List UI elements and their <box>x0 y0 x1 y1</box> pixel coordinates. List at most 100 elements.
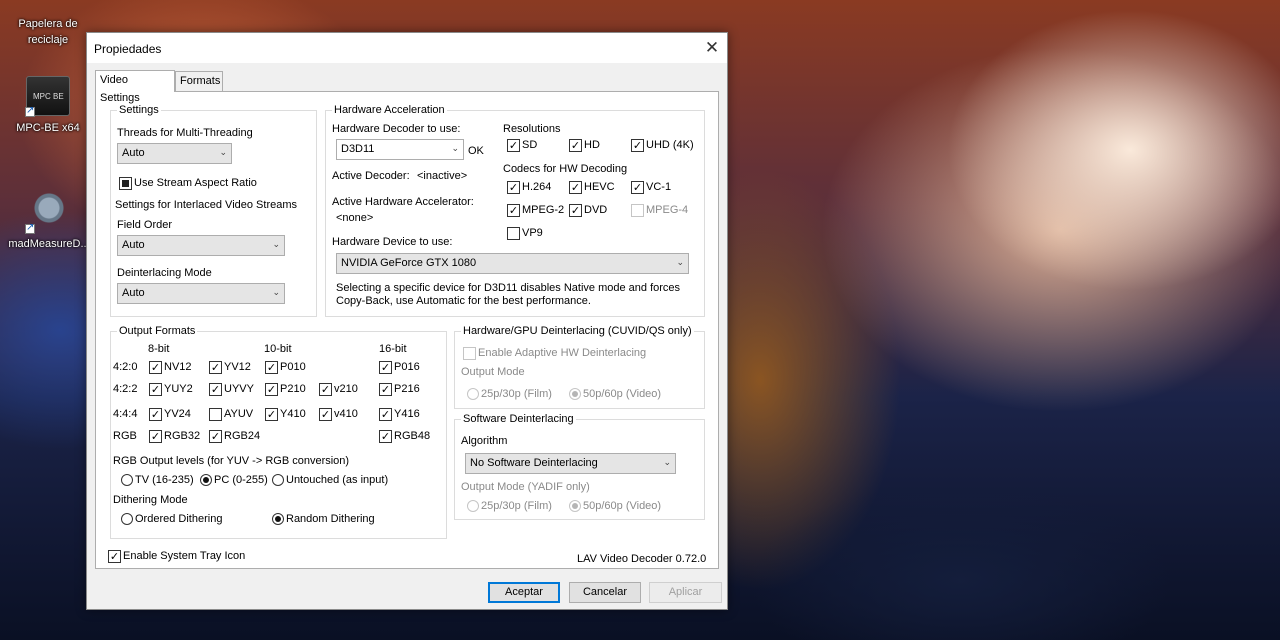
checkbox-box: ✓ <box>507 204 520 217</box>
codec-vp9-checkbox[interactable]: VP9 <box>507 227 543 240</box>
fmt-p216-checkbox[interactable]: ✓ P216 <box>379 383 420 396</box>
sw-video-radio[interactable]: 50p/60p (Video) <box>569 500 661 513</box>
threads-value: Auto <box>122 147 145 159</box>
active-accel-label: Active Hardware Accelerator: <box>332 196 474 208</box>
tray-icon-checkbox[interactable]: ✓ Enable System Tray Icon <box>108 550 245 563</box>
res-hd-checkbox[interactable]: ✓ HD <box>569 139 600 152</box>
decoder-value: D3D11 <box>341 143 375 155</box>
fmt-rgb32-checkbox[interactable]: ✓ RGB32 <box>149 430 200 443</box>
dialog-title: Propiedades <box>94 42 162 56</box>
fmt-y410-label: Y410 <box>280 408 306 420</box>
fmt-p210-checkbox[interactable]: ✓ P210 <box>265 383 306 396</box>
col-16bit-label: 16-bit <box>379 343 407 355</box>
levels-untouched-radio[interactable]: Untouched (as input) <box>272 474 388 487</box>
field-order-select[interactable]: Auto ⌄ <box>117 235 285 256</box>
field-order-value: Auto <box>122 239 145 251</box>
active-decoder-label: Active Decoder: <box>332 170 410 182</box>
fmt-uyvy-checkbox[interactable]: ✓ UYVY <box>209 383 254 396</box>
madmeasure-icon <box>25 192 71 234</box>
sw-deint-group: Software Deinterlacing Algorithm No Soft… <box>454 413 705 520</box>
levels-untouched-label: Untouched (as input) <box>286 474 389 486</box>
desktop-icon-label: MPC-BE x64 <box>16 122 80 134</box>
active-accel-value: <none> <box>336 212 374 224</box>
algorithm-select[interactable]: No Software Deinterlacing ⌄ <box>465 453 676 474</box>
codec-h264-checkbox[interactable]: ✓ H.264 <box>507 181 551 194</box>
device-label: Hardware Device to use: <box>332 236 453 248</box>
fmt-rgb24-checkbox[interactable]: ✓ RGB24 <box>209 430 260 443</box>
close-button[interactable]: ✕ <box>697 33 727 63</box>
codec-mpeg4-checkbox[interactable]: MPEG-4 <box>631 204 688 217</box>
levels-tv-radio[interactable]: TV (16-235) <box>121 474 194 487</box>
settings-group: Settings Threads for Multi-Threading Aut… <box>110 104 317 317</box>
codec-dvd-checkbox[interactable]: ✓ DVD <box>569 204 607 217</box>
deint-mode-select[interactable]: Auto ⌄ <box>117 283 285 304</box>
fmt-yv24-checkbox[interactable]: ✓ YV24 <box>149 408 191 421</box>
tab-video-settings[interactable]: Video Settings <box>95 70 175 104</box>
adaptive-hw-deint-checkbox[interactable]: Enable Adaptive HW Deinterlacing <box>463 347 646 360</box>
fmt-v410-checkbox[interactable]: ✓ v410 <box>319 408 358 421</box>
fmt-p010-checkbox[interactable]: ✓ P010 <box>265 361 306 374</box>
apply-button[interactable]: Aplicar <box>649 582 722 603</box>
deint-mode-label: Deinterlacing Mode <box>117 267 212 279</box>
checkbox-box: ✓ <box>379 430 392 443</box>
tab-formats[interactable]: Formats <box>175 71 223 91</box>
checkbox-box: ✓ <box>569 139 582 152</box>
fmt-rgb48-checkbox[interactable]: ✓ RGB48 <box>379 430 430 443</box>
decoder-select[interactable]: D3D11 ⌄ <box>336 139 464 160</box>
checkbox-box: ✓ <box>265 383 278 396</box>
checkbox-box: ✓ <box>379 383 392 396</box>
dither-ordered-radio[interactable]: Ordered Dithering <box>121 513 222 526</box>
codec-vc1-checkbox[interactable]: ✓ VC-1 <box>631 181 671 194</box>
device-select[interactable]: NVIDIA GeForce GTX 1080 ⌄ <box>336 253 689 274</box>
codecs-label: Codecs for HW Decoding <box>503 163 628 175</box>
fmt-yv12-label: YV12 <box>224 361 251 373</box>
chevron-down-icon: ⌄ <box>272 240 280 250</box>
checkbox-box: ✓ <box>209 383 222 396</box>
hw-video-radio[interactable]: 50p/60p (Video) <box>569 388 661 401</box>
res-sd-checkbox[interactable]: ✓ SD <box>507 139 537 152</box>
fmt-p016-checkbox[interactable]: ✓ P016 <box>379 361 420 374</box>
codec-hevc-checkbox[interactable]: ✓ HEVC <box>569 181 615 194</box>
title-bar[interactable]: Propiedades ✕ <box>87 33 727 63</box>
sw-output-mode-label: Output Mode (YADIF only) <box>461 481 590 493</box>
desktop-icon-mpc-be[interactable]: MPC-BE x64 <box>8 76 88 134</box>
fmt-p210-label: P210 <box>280 383 306 395</box>
codec-vc1-label: VC-1 <box>646 181 672 193</box>
hw-film-radio[interactable]: 25p/30p (Film) <box>467 388 552 401</box>
codec-mpeg2-checkbox[interactable]: ✓ MPEG-2 <box>507 204 564 217</box>
codec-mpeg2-label: MPEG-2 <box>522 204 565 216</box>
stream-aspect-checkbox[interactable]: Use Stream Aspect Ratio <box>119 177 257 190</box>
resolutions-label: Resolutions <box>503 123 561 135</box>
checkbox-box: ✓ <box>265 408 278 421</box>
desktop-icon-label: madMeasureD... <box>8 238 90 250</box>
dither-random-radio[interactable]: Random Dithering <box>272 513 375 526</box>
res-uhd-checkbox[interactable]: ✓ UHD (4K) <box>631 139 694 152</box>
desktop-icon-madmeasure[interactable]: madMeasureD... <box>4 192 94 250</box>
levels-pc-radio[interactable]: PC (0-255) <box>200 474 268 487</box>
hwaccel-group-title: Hardware Acceleration <box>332 104 447 116</box>
cancel-button[interactable]: Cancelar <box>569 582 641 603</box>
codec-mpeg4-label: MPEG-4 <box>646 204 689 216</box>
tab-panel-video-settings: Settings Threads for Multi-Threading Aut… <box>95 91 719 569</box>
levels-pc-label: PC (0-255) <box>214 474 268 486</box>
fmt-y416-checkbox[interactable]: ✓ Y416 <box>379 408 420 421</box>
fmt-nv12-checkbox[interactable]: ✓ NV12 <box>149 361 192 374</box>
desktop-icon-recycle-bin[interactable]: Papelera de reciclaje <box>8 0 88 48</box>
fmt-rgb32-label: RGB32 <box>164 430 201 442</box>
checkbox-box: ✓ <box>149 408 162 421</box>
fmt-yv24-label: YV24 <box>164 408 191 420</box>
checkbox-box: ✓ <box>507 139 520 152</box>
ok-button[interactable]: Aceptar <box>488 582 560 603</box>
fmt-y410-checkbox[interactable]: ✓ Y410 <box>265 408 306 421</box>
checkbox-box: ✓ <box>149 383 162 396</box>
col-10bit-label: 10-bit <box>264 343 292 355</box>
fmt-v210-checkbox[interactable]: ✓ v210 <box>319 383 358 396</box>
sw-film-radio[interactable]: 25p/30p (Film) <box>467 500 552 513</box>
chevron-down-icon: ⌄ <box>676 258 684 268</box>
shortcut-arrow-icon <box>25 222 35 234</box>
fmt-yv12-checkbox[interactable]: ✓ YV12 <box>209 361 251 374</box>
threads-select[interactable]: Auto ⌄ <box>117 143 232 164</box>
fmt-yuy2-checkbox[interactable]: ✓ YUY2 <box>149 383 193 396</box>
fmt-ayuv-checkbox[interactable]: AYUV <box>209 408 253 421</box>
dither-ordered-label: Ordered Dithering <box>135 513 223 525</box>
